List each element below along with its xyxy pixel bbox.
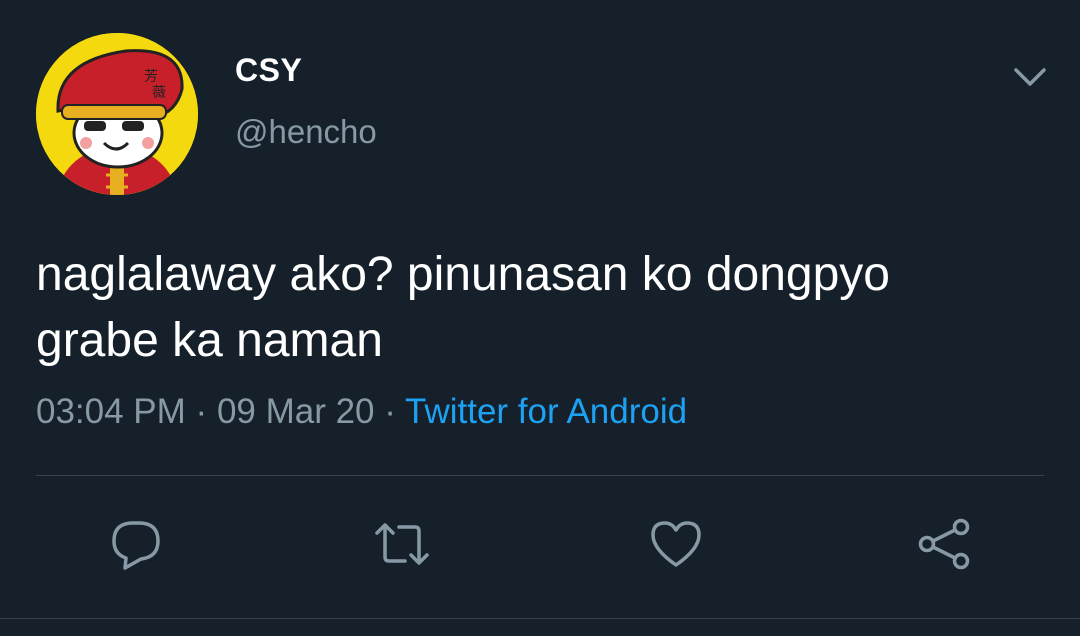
meta-separator: · [384, 392, 396, 431]
tweet-date: 09 Mar 20 [216, 392, 375, 431]
retweet-icon [375, 523, 429, 565]
chevron-down-icon[interactable] [1010, 62, 1050, 92]
avatar-image: 芳 薇 [36, 33, 198, 195]
svg-text:芳: 芳 [144, 68, 158, 85]
retweet-button[interactable] [372, 514, 432, 574]
tweet-text-line: grabe ka naman [36, 314, 383, 367]
tweet-time: 03:04 PM [36, 392, 186, 431]
share-button[interactable] [914, 514, 974, 574]
divider [36, 475, 1044, 476]
tweet-text-line: naglalaway ako? pinunasan ko dongpyo [36, 248, 890, 301]
tweet-detail: 芳 薇 CSY @hencho naglalaway ako? pinunasa… [0, 0, 1080, 636]
svg-text:薇: 薇 [152, 85, 166, 101]
display-name[interactable]: CSY [235, 52, 302, 89]
like-button[interactable] [646, 514, 706, 574]
divider [0, 618, 1080, 619]
meta-separator: · [195, 392, 208, 431]
reply-button[interactable] [106, 514, 166, 574]
tweet-text: naglalaway ako? pinunasan ko dongpyo gra… [36, 242, 1046, 374]
tweet-source-link[interactable]: Twitter for Android [405, 392, 687, 431]
share-icon [918, 518, 970, 570]
speech-bubble-icon [112, 521, 160, 570]
tweet-meta: 03:04 PM · 09 Mar 20 · Twitter for Andro… [36, 392, 687, 432]
avatar[interactable]: 芳 薇 [36, 33, 198, 195]
heart-icon [651, 521, 701, 567]
user-handle[interactable]: @hencho [235, 113, 377, 151]
